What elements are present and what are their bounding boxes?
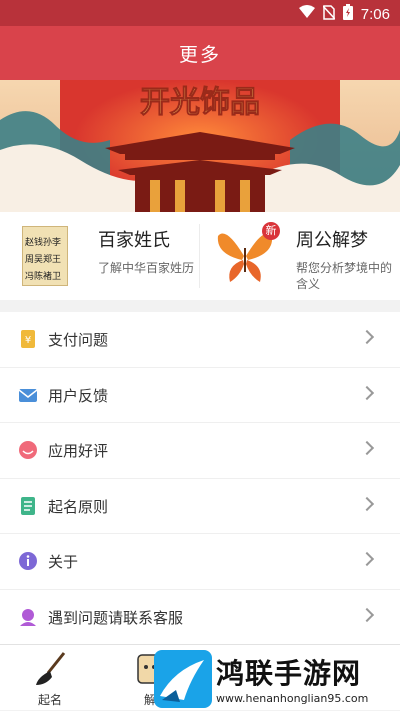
status-time: 7:06 bbox=[360, 5, 390, 23]
menu-label: 关于 bbox=[48, 553, 79, 571]
battery-charging-icon bbox=[342, 4, 353, 24]
menu-label: 起名原则 bbox=[48, 497, 109, 516]
feature-title: 百家姓氏 bbox=[98, 230, 170, 251]
chevron-right-icon bbox=[359, 551, 375, 567]
brush-icon bbox=[36, 652, 66, 685]
document-icon bbox=[21, 496, 35, 515]
status-bar: 7:06 bbox=[0, 0, 400, 26]
info-icon bbox=[19, 552, 37, 570]
chevron-right-icon bbox=[359, 496, 375, 511]
watermark-url: www.henanhonglian95.com bbox=[216, 692, 369, 705]
new-badge: 新 bbox=[262, 222, 280, 240]
payment-icon: ¥ bbox=[21, 330, 35, 348]
feature-title: 周公解梦 bbox=[296, 230, 368, 251]
page-title: 更多 bbox=[178, 43, 221, 66]
thumb-line: 赵钱孙李 bbox=[25, 238, 62, 248]
chevron-right-icon bbox=[359, 329, 375, 345]
menu-item-rating[interactable]: 应用好评 bbox=[0, 423, 400, 479]
feature-row: 赵钱孙李 周吴郑王 冯陈褚卫 百家姓氏 了解中华百家姓历 新 周公解梦 帮您分析… bbox=[0, 212, 400, 300]
feature-desc: 帮您分析梦境中的含义 bbox=[296, 261, 393, 291]
feature-dream[interactable]: 新 周公解梦 帮您分析梦境中的含义 bbox=[200, 212, 400, 300]
thumb-line: 冯陈褚卫 bbox=[25, 272, 62, 282]
settings-menu: ¥ 支付问题 用户反馈 应用好评 起名原则 关于 遇到问题请联系客服 bbox=[0, 312, 400, 645]
menu-item-naming-principles[interactable]: 起名原则 bbox=[0, 479, 400, 534]
feature-surnames[interactable]: 赵钱孙李 周吴郑王 冯陈褚卫 百家姓氏 了解中华百家姓历 bbox=[0, 212, 200, 300]
menu-label: 用户反馈 bbox=[48, 386, 109, 405]
site-watermark: 鸿联手游网 www.henanhonglian95.com bbox=[150, 648, 400, 710]
chevron-right-icon bbox=[359, 440, 375, 456]
tab-label: 起名 bbox=[37, 693, 62, 707]
menu-label: 支付问题 bbox=[48, 331, 109, 349]
watermark-logo bbox=[154, 650, 212, 708]
tab-naming[interactable]: 起名 bbox=[0, 645, 100, 711]
surnames-thumbnail: 赵钱孙李 周吴郑王 冯陈褚卫 bbox=[22, 226, 68, 286]
menu-item-feedback[interactable]: 用户反馈 bbox=[0, 368, 400, 423]
banner-headline: 开光饰品 bbox=[140, 85, 260, 120]
thumb-line: 周吴郑王 bbox=[25, 255, 62, 265]
banner-jewelry[interactable]: 开光饰品 bbox=[0, 80, 400, 212]
chevron-right-icon bbox=[359, 607, 375, 622]
badge-text: 新 bbox=[265, 224, 277, 237]
wifi-icon bbox=[298, 5, 315, 23]
watermark-title: 鸿联手游网 bbox=[216, 657, 362, 690]
no-sim-icon bbox=[322, 4, 336, 24]
menu-label: 遇到问题请联系客服 bbox=[48, 608, 184, 627]
svg-text:¥: ¥ bbox=[25, 335, 31, 346]
feature-desc: 了解中华百家姓历 bbox=[98, 261, 195, 275]
smile-icon bbox=[19, 441, 37, 459]
mail-icon bbox=[18, 388, 38, 402]
customer-service-icon bbox=[20, 606, 36, 626]
banner-image: 开光饰品 bbox=[0, 80, 400, 212]
menu-item-about[interactable]: 关于 bbox=[0, 534, 400, 590]
menu-item-customer-service[interactable]: 遇到问题请联系客服 bbox=[0, 590, 400, 645]
menu-item-payment[interactable]: ¥ 支付问题 bbox=[0, 312, 400, 368]
title-bar: 更多 bbox=[0, 26, 400, 80]
menu-label: 应用好评 bbox=[48, 442, 109, 460]
chevron-right-icon bbox=[359, 385, 375, 400]
